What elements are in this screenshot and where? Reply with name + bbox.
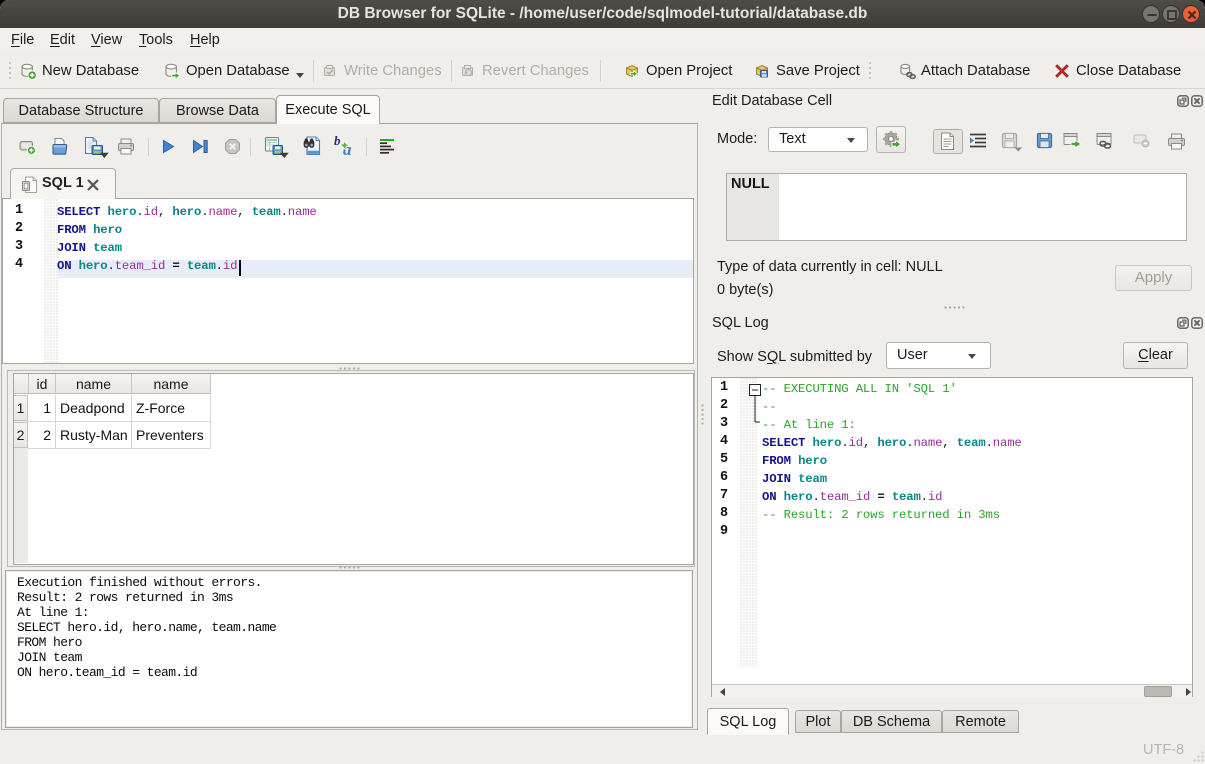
svg-text:b: b: [334, 135, 341, 148]
